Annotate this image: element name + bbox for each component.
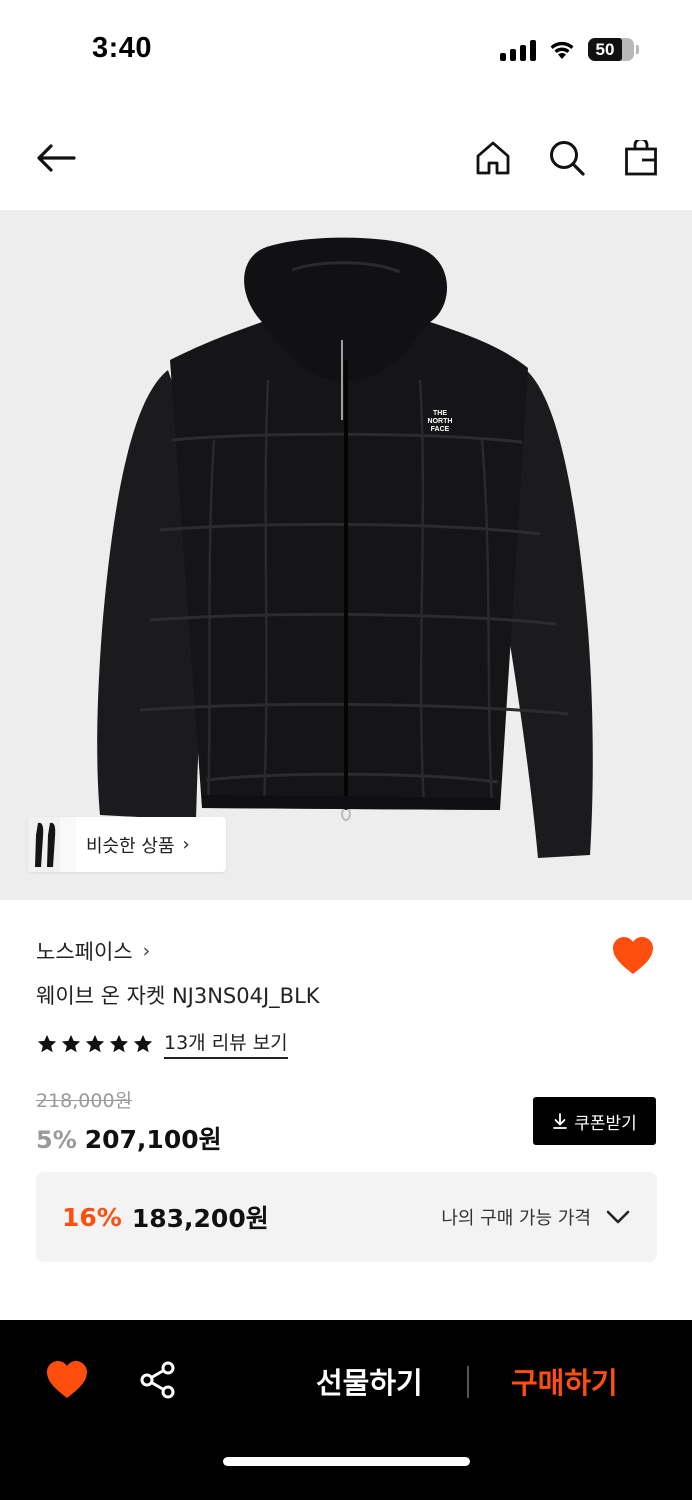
battery-icon: 50 bbox=[588, 38, 639, 61]
review-link[interactable]: 13개 리뷰 보기 bbox=[164, 1028, 288, 1059]
my-price-label: 나의 구매 가능 가격 bbox=[441, 1208, 591, 1229]
top-nav bbox=[0, 120, 692, 196]
discount-rate: 5% bbox=[36, 1126, 77, 1154]
chevron-right-icon: › bbox=[142, 940, 151, 962]
rating-stars bbox=[36, 1033, 154, 1055]
wifi-icon bbox=[550, 41, 574, 59]
divider bbox=[467, 1366, 469, 1398]
brand-name: 노스페이스 bbox=[36, 940, 133, 964]
similar-products-thumbnail bbox=[28, 817, 76, 872]
coupon-label: 쿠폰받기 bbox=[574, 1113, 637, 1134]
home-indicator bbox=[223, 1457, 470, 1466]
cellular-signal-icon bbox=[500, 39, 536, 61]
chevron-right-icon: › bbox=[182, 834, 190, 855]
star-icon bbox=[133, 1034, 153, 1052]
shopping-bag-icon bbox=[625, 140, 657, 176]
svg-text:FACE: FACE bbox=[431, 426, 450, 433]
search-button[interactable] bbox=[539, 130, 595, 186]
coupon-button[interactable]: 쿠폰받기 bbox=[533, 1097, 656, 1145]
star-icon bbox=[109, 1034, 129, 1052]
my-price-box[interactable]: 16% 183,200원 나의 구매 가능 가격 bbox=[36, 1172, 657, 1262]
rating-row: 13개 리뷰 보기 bbox=[36, 1028, 288, 1059]
status-time: 3:40 bbox=[92, 32, 153, 64]
status-icons: 50 bbox=[500, 38, 639, 61]
gift-button[interactable]: 선물하기 bbox=[316, 1360, 423, 1402]
download-icon bbox=[553, 1113, 568, 1129]
svg-text:THE: THE bbox=[433, 410, 447, 417]
heart-icon bbox=[47, 1361, 87, 1398]
chevron-down-icon bbox=[606, 1210, 630, 1224]
svg-text:NORTH: NORTH bbox=[428, 418, 453, 425]
share-icon bbox=[140, 1361, 175, 1399]
product-name: 웨이브 온 자켓 NJ3NS04J_BLK bbox=[36, 984, 320, 1008]
heart-icon bbox=[613, 937, 653, 974]
similar-products-label: 비슷한 상품 bbox=[86, 835, 175, 857]
sale-price: 207,100원 bbox=[84, 1125, 222, 1154]
arrow-left-icon bbox=[37, 144, 76, 172]
status-bar: 3:40 50 bbox=[0, 0, 692, 100]
bottom-wishlist-button[interactable] bbox=[44, 1358, 90, 1404]
product-image[interactable]: THE NORTH FACE 비슷한 상품 › bbox=[0, 210, 692, 900]
cart-button[interactable] bbox=[613, 130, 669, 186]
similar-products-button[interactable]: 비슷한 상품 › bbox=[28, 817, 226, 872]
bottom-action-bar: 선물하기 구매하기 bbox=[0, 1320, 692, 1500]
home-icon bbox=[476, 141, 510, 175]
star-icon bbox=[37, 1034, 57, 1052]
brand-link[interactable]: 노스페이스 › bbox=[36, 936, 150, 966]
price-row: 5% 207,100원 bbox=[36, 1120, 222, 1156]
star-icon bbox=[85, 1034, 105, 1052]
my-price: 183,200원 bbox=[131, 1204, 269, 1233]
wishlist-button[interactable] bbox=[610, 934, 656, 980]
battery-level: 50 bbox=[595, 39, 615, 59]
back-button[interactable] bbox=[28, 130, 84, 186]
star-icon bbox=[61, 1034, 81, 1052]
share-button[interactable] bbox=[138, 1360, 178, 1400]
home-button[interactable] bbox=[465, 130, 521, 186]
search-icon bbox=[550, 141, 585, 176]
my-discount-rate: 16% bbox=[62, 1202, 122, 1232]
buy-button[interactable]: 구매하기 bbox=[511, 1360, 618, 1402]
original-price: 218,000원 bbox=[36, 1090, 133, 1112]
jacket-image: THE NORTH FACE bbox=[97, 237, 593, 858]
